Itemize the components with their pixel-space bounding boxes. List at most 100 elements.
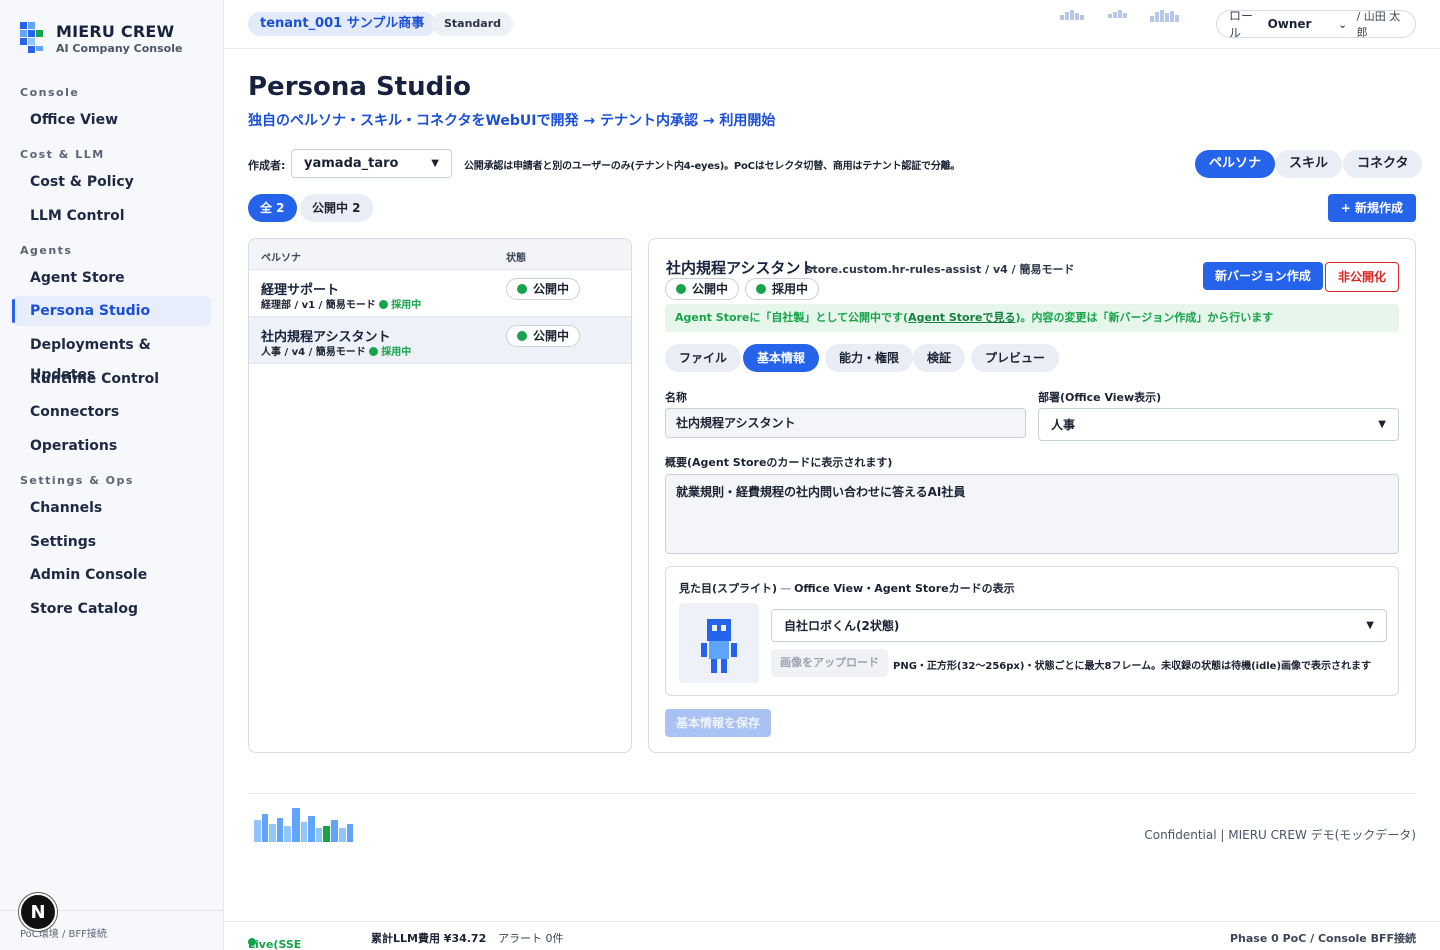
llm-cost: 累計LLM費用 ¥34.72 xyxy=(371,932,487,945)
status-dot-icon xyxy=(676,284,686,294)
summary-textarea[interactable]: 就業規則・経費規程の社内問い合わせに答えるAI社員 xyxy=(665,474,1399,554)
save-basic-info-button[interactable]: 基本情報を保存 xyxy=(665,709,772,737)
sidebar-item-admin-console[interactable]: Admin Console xyxy=(12,560,211,590)
sidebar: MIERU CREW AI Company Console Console Of… xyxy=(0,0,224,950)
detail-title: 社内規程アシスタント xyxy=(666,259,816,277)
robot-sprite-icon xyxy=(701,619,737,673)
new-create-button[interactable]: + 新規作成 xyxy=(1327,194,1416,222)
chip-text: 公開中 xyxy=(692,282,729,296)
filter-published[interactable]: 公開中 2 xyxy=(300,194,373,222)
nav-section-console: Console xyxy=(20,86,80,99)
page-subtitle: 独自のペルソナ・スキル・コネクタをWebUIで開発 → テナント内承認 → 利用… xyxy=(248,113,776,129)
col-persona: ペルソナ xyxy=(261,253,301,264)
persona-list: ペルソナ 状態 経理サポート 経理部 / v1 / 簡易モード 採用中 公開中 … xyxy=(248,238,632,753)
sidebar-item-llm-control[interactable]: LLM Control xyxy=(12,201,211,231)
nav-section-cost-llm: Cost & LLM xyxy=(20,148,105,161)
status-dot-icon xyxy=(517,284,527,294)
new-version-button[interactable]: 新バージョン作成 xyxy=(1203,262,1323,290)
sidebar-item-operations[interactable]: Operations xyxy=(12,431,211,461)
topbar: tenant_001 サンプル商事 Standard ロール Owner ⌄ /… xyxy=(224,0,1440,49)
sidebar-item-deployments[interactable]: Deployments & Updates xyxy=(12,330,211,383)
role-label: ロール xyxy=(1229,9,1254,40)
col-status: 状態 xyxy=(506,253,526,264)
author-select-value: yamada_taro xyxy=(304,156,399,171)
alerts-count: アラート 0件 xyxy=(498,932,564,945)
segment-skill[interactable]: スキル xyxy=(1275,150,1343,178)
name-input[interactable]: 社内規程アシスタント xyxy=(665,408,1026,438)
city-skyline-icon xyxy=(254,808,353,842)
phase-label: Phase 0 PoC / Console BFF接続 xyxy=(1229,932,1416,945)
sidebar-item-persona-studio[interactable]: Persona Studio xyxy=(12,296,211,326)
chevron-down-icon: ▼ xyxy=(1378,419,1386,430)
sidebar-item-connectors[interactable]: Connectors xyxy=(12,397,211,427)
dept-label: 部署(Office View表示) xyxy=(1038,391,1162,404)
adopt-badge: 採用中 xyxy=(745,278,820,300)
sprite-label-text: 見た目(スプライト) xyxy=(679,582,778,595)
filter-all[interactable]: 全 2 xyxy=(248,194,297,222)
chevron-down-icon[interactable]: ⌄ xyxy=(1337,18,1349,31)
statusbar: Live(SSE接続中) 累計LLM費用 ¥34.72 アラート 0件 Phas… xyxy=(224,921,1440,950)
author-label: 作成者: xyxy=(248,159,286,172)
agent-store-link[interactable]: Agent Storeで見る xyxy=(908,311,1015,324)
published-banner: Agent Storeに「自社製」として公開中です(Agent Storeで見る… xyxy=(665,304,1399,332)
tab-basic-info[interactable]: 基本情報 xyxy=(743,344,820,372)
avatar[interactable]: N xyxy=(19,893,57,931)
row-meta-text: 経理部 / v1 / 簡易モード xyxy=(261,300,376,311)
persona-detail: 社内規程アシスタント store.custom.hr-rules-assist … xyxy=(648,238,1416,753)
role-value[interactable]: Owner xyxy=(1268,17,1329,31)
unpublish-button[interactable]: 非公開化 xyxy=(1325,262,1400,292)
sidebar-item-office-view[interactable]: Office View xyxy=(12,105,211,135)
tab-preview[interactable]: プレビュー xyxy=(971,344,1060,372)
sprite-preview xyxy=(679,603,759,683)
tab-files[interactable]: ファイル xyxy=(665,344,742,372)
brand-name: MIERU CREW xyxy=(56,22,175,41)
dept-select-value: 人事 xyxy=(1051,418,1076,432)
segment-connector[interactable]: コネクタ xyxy=(1343,150,1423,178)
row-meta: 人事 / v4 / 簡易モード 採用中 xyxy=(261,343,411,358)
nav-section-agents: Agents xyxy=(20,244,73,257)
row-meta: 経理部 / v1 / 簡易モード 採用中 xyxy=(261,296,421,311)
summary-label: 概要(Agent Storeのカードに表示されます) xyxy=(665,456,893,469)
status-badge: 公開中 xyxy=(506,325,581,347)
plan-badge: Standard xyxy=(432,12,514,36)
row-meta-text: 人事 / v4 / 簡易モード xyxy=(261,347,366,358)
sidebar-item-agent-store[interactable]: Agent Store xyxy=(12,263,211,293)
sidebar-item-runtime-control[interactable]: Runtime Control xyxy=(12,364,211,394)
sidebar-item-store-catalog[interactable]: Store Catalog xyxy=(12,594,211,624)
sprite-label: 見た目(スプライト) — Office View・Agent Storeカードの表示 xyxy=(679,580,1015,596)
upload-image-button[interactable]: 画像をアップロード xyxy=(771,649,888,677)
status-dot-icon xyxy=(379,300,389,309)
sidebar-item-channels[interactable]: Channels xyxy=(12,493,211,523)
chevron-down-icon: ▼ xyxy=(431,158,439,169)
segment-persona[interactable]: ペルソナ xyxy=(1195,150,1276,178)
status-dot-icon xyxy=(756,284,766,294)
status-badge: 公開中 xyxy=(506,278,581,300)
table-row[interactable]: 社内規程アシスタント 人事 / v4 / 簡易モード 採用中 公開中 xyxy=(249,317,631,364)
banner-text-pre: Agent Storeに「自社製」として公開中です( xyxy=(675,311,909,324)
brand[interactable]: MIERU CREW AI Company Console xyxy=(20,22,182,56)
status-text: 公開中 xyxy=(533,282,570,296)
status-dot-icon xyxy=(517,331,527,341)
sprite-select[interactable]: 自社ロボくん(2状態) ▼ xyxy=(771,609,1387,642)
status-badge: 公開中 xyxy=(665,278,740,300)
table-row[interactable]: 経理サポート 経理部 / v1 / 簡易モード 採用中 公開中 xyxy=(249,270,631,317)
sidebar-item-cost-policy[interactable]: Cost & Policy xyxy=(12,167,211,197)
list-header: ペルソナ 状態 xyxy=(249,239,631,270)
chip-text: 採用中 xyxy=(772,282,809,296)
chevron-down-icon: ▼ xyxy=(1366,620,1374,631)
tab-capabilities[interactable]: 能力・権限 xyxy=(825,344,914,372)
upload-note: PNG・正方形(32〜256px)・状態ごとに最大8フレーム。未収録の状態は待機… xyxy=(893,661,1372,672)
dept-select[interactable]: 人事 ▼ xyxy=(1038,408,1399,441)
sprite-section: 見た目(スプライト) — Office View・Agent Storeカードの表示… xyxy=(665,566,1399,696)
role-selector[interactable]: ロール Owner ⌄ / 山田 太郎 xyxy=(1216,9,1416,40)
author-select[interactable]: yamada_taro ▼ xyxy=(291,149,452,178)
live-text: Live(SSE接続中) xyxy=(248,938,302,950)
building-icon xyxy=(1150,10,1179,22)
building-icon xyxy=(1108,10,1127,18)
tab-verify[interactable]: 検証 xyxy=(913,344,966,372)
detail-id: store.custom.hr-rules-assist / v4 / 簡易モー… xyxy=(806,263,1075,276)
tenant-badge[interactable]: tenant_001 サンプル商事 xyxy=(248,12,437,36)
banner-text-post: )。内容の変更は「新バージョン作成」から行います xyxy=(1015,311,1274,324)
sprite-select-value: 自社ロボくん(2状態) xyxy=(784,619,900,633)
sidebar-item-settings[interactable]: Settings xyxy=(12,527,211,557)
